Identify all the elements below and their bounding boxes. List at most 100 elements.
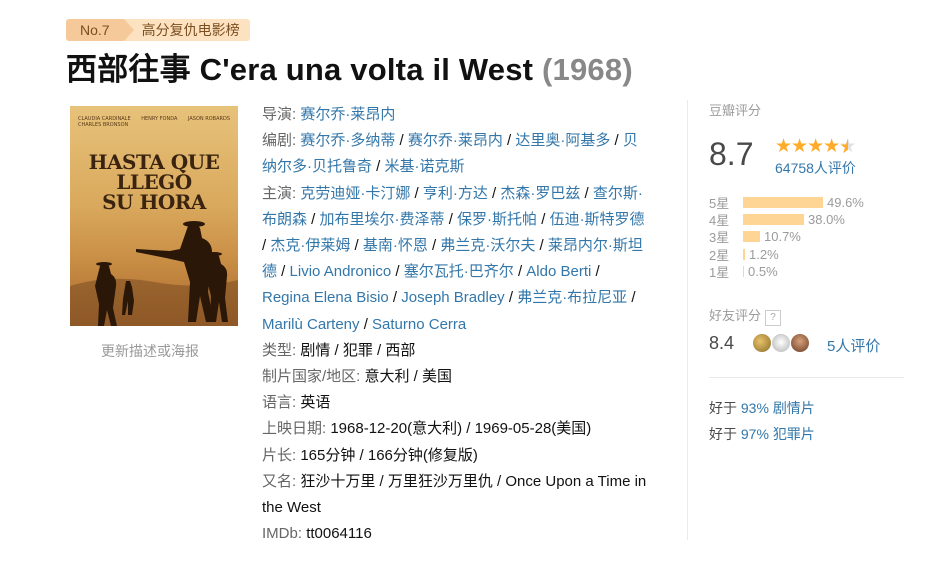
genre-label: 类型: xyxy=(262,341,297,359)
runtime-row: 片长: 165分钟 / 166分钟(修复版) xyxy=(262,443,682,469)
rating-bar-label: 5星 xyxy=(709,196,730,212)
cast-link[interactable]: 弗兰克·布拉尼亚 xyxy=(517,289,627,306)
better-genre-link[interactable]: 犯罪片 xyxy=(773,426,815,442)
title-original: C'era una volta il West xyxy=(199,52,534,87)
director-label: 导演 xyxy=(262,106,293,123)
half-star-icon: ★ xyxy=(839,136,856,157)
better-pct-link[interactable]: 97% xyxy=(741,426,769,442)
friend-avatars[interactable] xyxy=(753,334,810,352)
friend-rating-label: 好友评分 xyxy=(709,308,762,323)
rating-score: 8.7 xyxy=(709,136,754,172)
better-genre-link[interactable]: 剧情片 xyxy=(773,400,815,416)
cast-row-cont: / 杰克·伊莱姆 / 基南·怀恩 / 弗兰克·沃尔夫 / 莱昂内尔·斯坦 xyxy=(262,237,643,255)
poster-artwork xyxy=(70,221,238,326)
better-prefix: 好于 xyxy=(709,400,737,416)
rating-bar-pct: 10.7% xyxy=(764,229,801,245)
imdb-row: IMDb: tt0064116 xyxy=(262,521,682,547)
cast-link[interactable]: 克劳迪娅·卡汀娜 xyxy=(300,185,410,202)
better-than: 好于 93% 剧情片 好于 97% 犯罪片 xyxy=(709,395,815,447)
poster-title: HASTA QUE LLEGÓ SU HORA xyxy=(70,152,238,212)
cast-link[interactable]: 伍迪·斯特罗德 xyxy=(550,211,645,228)
language-row: 语言: 英语 xyxy=(262,390,682,416)
country-row: 制片国家/地区: 意大利 / 美国 xyxy=(262,364,682,390)
cast-row-cont: Regina Elena Bisio / Joseph Bradley / 弗兰… xyxy=(262,289,636,307)
imdb-value: tt0064116 xyxy=(306,525,372,543)
director-row: 导演: 赛尔乔·莱昂内 xyxy=(262,106,396,123)
writer-link[interactable]: 米基·诺克斯 xyxy=(385,158,465,175)
runtime-value: 165分钟 / 166分钟(修复版) xyxy=(300,446,478,464)
cast-link[interactable]: 基南·怀恩 xyxy=(363,237,428,254)
aka-label: 又名: xyxy=(262,472,297,490)
friend-count-link[interactable]: 5人评价 xyxy=(827,335,880,356)
better-than-item: 好于 97% 犯罪片 xyxy=(709,421,815,447)
director-link[interactable]: 赛尔乔·莱昂内 xyxy=(300,106,395,123)
rating-label: 豆瓣评分 xyxy=(709,103,762,118)
title-year: (1968) xyxy=(542,52,633,87)
poster-credits: CLAUDIA CARDINALE HENRY FONDA JASON ROBA… xyxy=(78,116,230,128)
cast-link[interactable]: 查尔斯· xyxy=(593,185,643,202)
cast-link[interactable]: 德 xyxy=(262,263,277,280)
cast-link[interactable]: Aldo Berti xyxy=(526,263,591,280)
rating-bar xyxy=(743,248,745,260)
writer-link[interactable]: 赛尔乔·多纳蒂 xyxy=(300,132,395,149)
cast-link[interactable]: Joseph Bradley xyxy=(401,289,504,306)
poster-title-line: LLEGÓ xyxy=(116,170,192,194)
friend-score: 8.4 xyxy=(709,333,735,353)
rating-bar-pct: 1.2% xyxy=(749,246,779,262)
update-poster-link[interactable]: 更新描述或海报 xyxy=(101,341,199,361)
aka-row: 又名: 狂沙十万里 / 万里狂沙万里仇 / Once Upon a Time i… xyxy=(262,469,682,495)
rank-number: No.7 xyxy=(66,19,134,41)
rating-bar-label: 2星 xyxy=(709,247,730,263)
rating-bar-row: 3星 10.7% xyxy=(709,228,864,245)
title-cn: 西部往事 xyxy=(66,52,191,87)
rating-bar xyxy=(743,197,823,209)
movie-poster[interactable]: CLAUDIA CARDINALE HENRY FONDA JASON ROBA… xyxy=(70,106,238,326)
help-icon[interactable]: ? xyxy=(765,310,782,326)
cast-link[interactable]: 莱昂内尔·斯坦 xyxy=(548,237,643,254)
cast-link[interactable]: 布朗森 xyxy=(262,211,307,228)
aka-value: 狂沙十万里 / 万里狂沙万里仇 / Once Upon a Time in xyxy=(300,472,647,490)
release-value: 1968-12-20(意大利) / 1969-05-28(美国) xyxy=(330,420,592,438)
genre-value: 剧情 / 犯罪 / 西部 xyxy=(300,341,416,359)
ranking-badge[interactable]: No.7 高分复仇电影榜 xyxy=(66,19,250,41)
writer-link[interactable]: 赛尔乔·莱昂内 xyxy=(408,132,503,149)
cast-link[interactable]: Regina Elena Bisio xyxy=(262,289,389,306)
page-title: 西部往事 C'era una volta il West (1968) xyxy=(66,44,633,89)
star-icon: ★ xyxy=(823,136,840,157)
rating-bar-pct: 0.5% xyxy=(748,263,778,279)
cast-link[interactable]: 塞尔瓦托·巴齐尔 xyxy=(404,263,514,280)
cast-link[interactable]: Saturno Cerra xyxy=(372,316,466,333)
star-icon: ★ xyxy=(775,136,792,157)
cast-link[interactable]: 杰森·罗巴兹 xyxy=(500,185,580,202)
country-label: 制片国家/地区: xyxy=(262,368,361,386)
better-than-item: 好于 93% 剧情片 xyxy=(709,395,815,421)
avatar[interactable] xyxy=(791,334,809,352)
language-value: 英语 xyxy=(300,394,331,412)
aka-value-cont: the West xyxy=(262,499,321,517)
cast-link[interactable]: 亨利·方达 xyxy=(423,185,488,202)
star-icon: ★ xyxy=(791,136,808,157)
writer-row: 编剧: 赛尔乔·多纳蒂 / 赛尔乔·莱昂内 / 达里奥·阿基多 / 贝 xyxy=(262,132,638,150)
writer-link[interactable]: 贝 xyxy=(623,132,638,149)
divider xyxy=(687,100,688,540)
cast-link[interactable]: 加布里埃尔·费泽蒂 xyxy=(320,211,445,228)
avatar[interactable] xyxy=(753,334,771,352)
better-pct-link[interactable]: 93% xyxy=(741,400,769,416)
rating-bar-row: 5星 49.6% xyxy=(709,194,864,211)
cast-link[interactable]: 弗兰克·沃尔夫 xyxy=(440,237,535,254)
rank-list-name[interactable]: 高分复仇电影榜 xyxy=(123,19,250,41)
cast-link[interactable]: Marilù Carteny xyxy=(262,316,360,333)
writer-label: 编剧 xyxy=(262,132,293,150)
language-label: 语言: xyxy=(262,394,297,412)
rating-count-link[interactable]: 64758人评价 xyxy=(775,158,856,178)
cast-link[interactable]: Livio Andronico xyxy=(290,263,392,280)
avatar[interactable] xyxy=(772,334,790,352)
cast-link[interactable]: 保罗·斯托帕 xyxy=(457,211,537,228)
friend-rating: 好友评分? 8.4 5人评价 xyxy=(709,305,904,378)
writer-link[interactable]: 纳尔多·贝托鲁奇 xyxy=(262,158,372,175)
poster-credit: HENRY FONDA xyxy=(141,116,178,122)
cast-row: 主演: 克劳迪娅·卡汀娜 / 亨利·方达 / 杰森·罗巴兹 / 查尔斯· xyxy=(262,184,643,202)
cast-link[interactable]: 杰克·伊莱姆 xyxy=(270,237,350,254)
poster-title-line: SU HORA xyxy=(102,190,206,214)
writer-link[interactable]: 达里奥·阿基多 xyxy=(515,132,610,149)
